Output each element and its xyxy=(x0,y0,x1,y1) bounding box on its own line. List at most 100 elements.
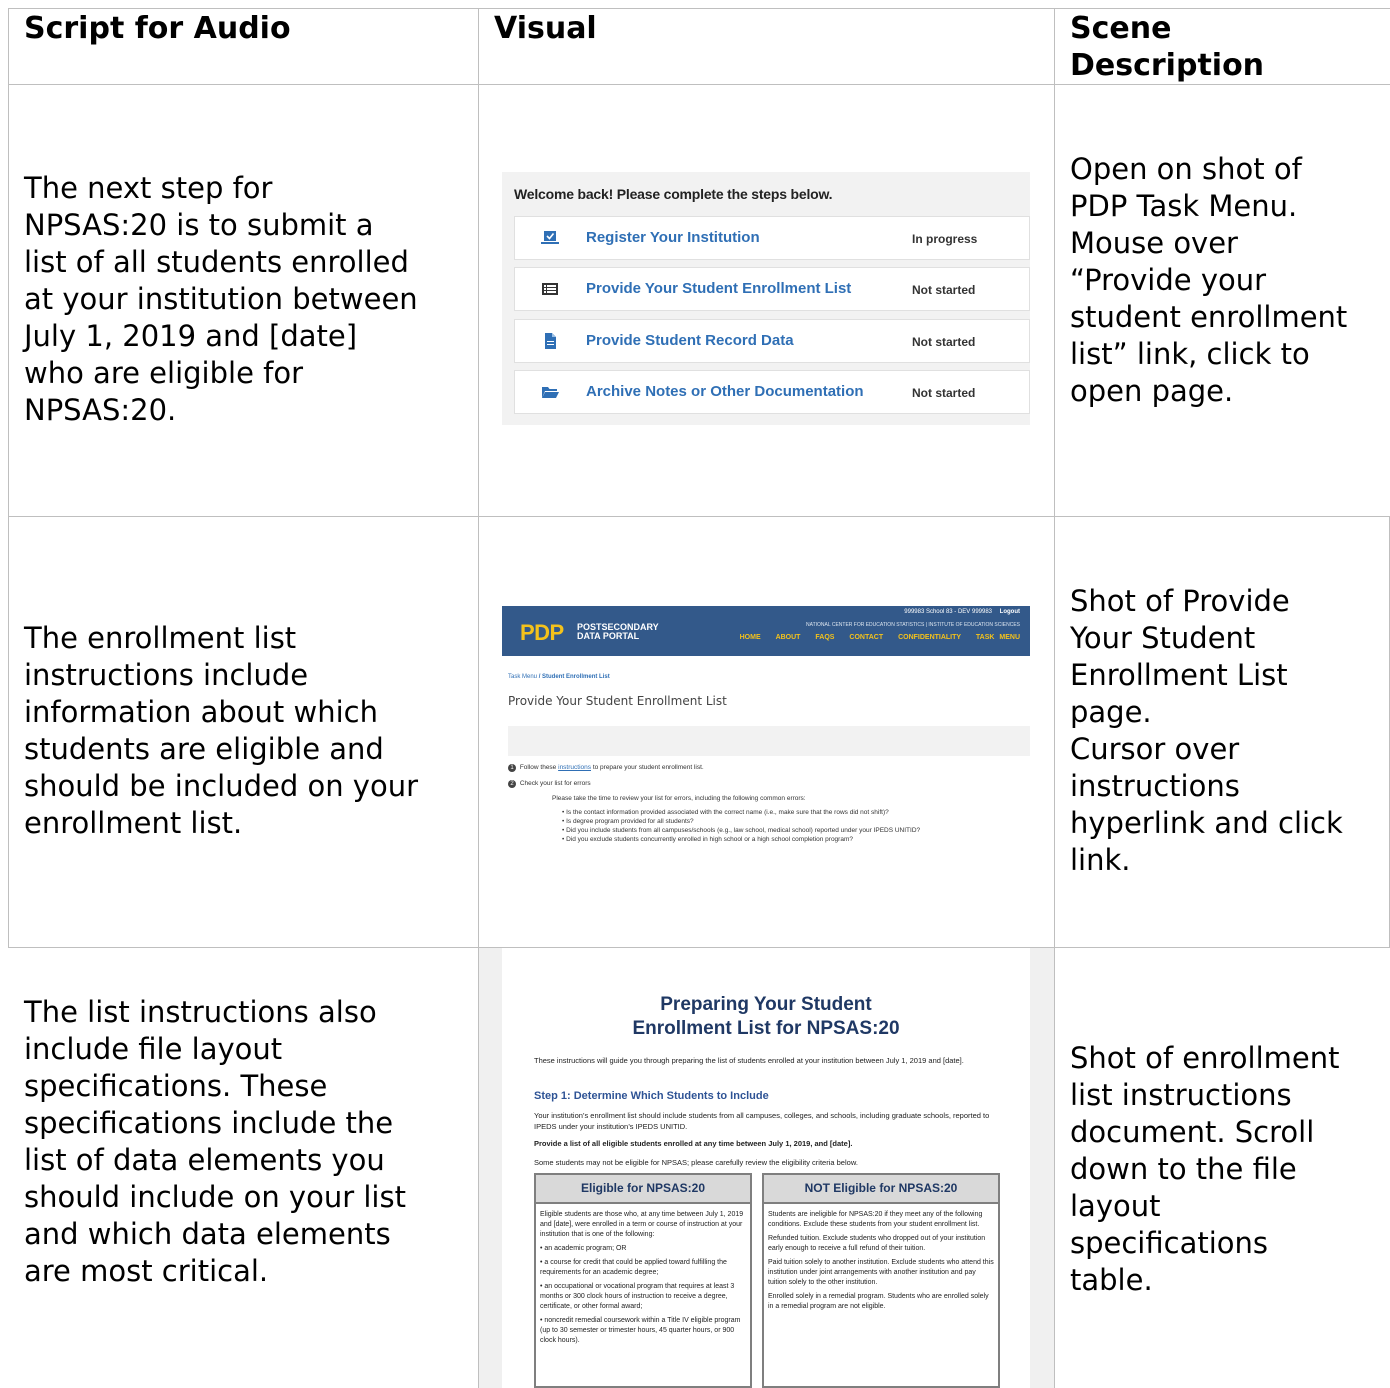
welcome-message: Welcome back! Please complete the steps … xyxy=(514,186,833,202)
pdp-logo-text: POSTSECONDARY DATA PORTAL xyxy=(577,623,659,641)
script-line: The enrollment list xyxy=(24,621,297,655)
eligible-item: • noncredit remedial coursework within a… xyxy=(540,1317,741,1344)
pdp-header-bar: PDP POSTSECONDARY DATA PORTAL 999983 Sch… xyxy=(502,606,1030,656)
scene-line: Enrollment List xyxy=(1070,658,1288,692)
not-eligible-item: Paid tuition solely to another instituti… xyxy=(768,1259,994,1286)
script-line: at your institution between xyxy=(24,282,418,316)
bullet-text: Did you include students from all campus… xyxy=(566,827,921,834)
intro-paragraph: These instructions will guide you throug… xyxy=(534,1056,964,1065)
step2-intro: Please take the time to review your list… xyxy=(552,795,806,802)
header-script-for-audio: Script for Audio xyxy=(24,11,291,46)
script-line: July 1, 2019 and [date] xyxy=(24,319,358,353)
script-line: NPSAS:20 is to submit a xyxy=(24,208,374,242)
script-line: The next step for xyxy=(24,171,273,205)
script-line: who are eligible for xyxy=(24,356,303,390)
step-2: 2 Check your list for errors xyxy=(508,780,591,788)
paragraph-bold: Provide a list of all eligible students … xyxy=(534,1139,853,1148)
scene-line: list” link, click to xyxy=(1070,337,1310,371)
script-line: information about which xyxy=(24,695,378,729)
step-number-icon: 2 xyxy=(508,780,516,788)
breadcrumb: Task Menu / Student Enrollment List xyxy=(508,674,610,680)
scene-line: Open on shot of xyxy=(1070,152,1302,186)
paragraph: Your institution’s enrollment list shoul… xyxy=(534,1111,990,1131)
school-id: 999983 School 83 - DEV 999983 xyxy=(904,609,992,615)
script-line: should be included on your xyxy=(24,769,419,803)
error-bullet: • Did you exclude students concurrently … xyxy=(562,836,853,843)
nav-home[interactable]: HOME xyxy=(740,634,761,641)
logo-line2: DATA PORTAL xyxy=(577,631,640,641)
scene-line: Mouse over xyxy=(1070,226,1238,260)
scene-line: “Provide your xyxy=(1070,263,1267,297)
main-nav: HOME ABOUT FAQS CONTACT CONFIDENTIALITY … xyxy=(730,634,1020,641)
document-icon xyxy=(545,333,556,349)
user-info: 999983 School 83 - DEV 999983 Logout xyxy=(904,609,1020,615)
scene-line: instructions xyxy=(1070,769,1240,803)
scene-line: student enrollment xyxy=(1070,300,1348,334)
row1-script: The next step for NPSAS:20 is to submit … xyxy=(24,170,418,429)
table-border-left xyxy=(8,8,9,948)
not-eligible-item: Enrolled solely in a remedial program. S… xyxy=(768,1293,989,1310)
task-provide-enrollment-list[interactable]: Provide Your Student Enrollment List Not… xyxy=(514,267,1030,311)
script-line: The list instructions also xyxy=(24,995,377,1029)
header-scene-line2: Description xyxy=(1070,48,1265,83)
scene-line: Shot of enrollment xyxy=(1070,1041,1340,1075)
error-bullet: • Is the contact information provided as… xyxy=(562,809,889,816)
laptop-check-icon xyxy=(541,231,559,244)
scene-line: list instructions xyxy=(1070,1078,1292,1112)
task-label[interactable]: Provide Your Student Enrollment List xyxy=(586,280,851,297)
eligible-item: • a course for credit that could be appl… xyxy=(540,1259,727,1276)
scene-line: open page. xyxy=(1070,374,1234,408)
error-bullet: • Is degree program provided for all stu… xyxy=(562,818,694,825)
script-line: include file layout xyxy=(24,1032,283,1066)
header-scene-description: Scene Description xyxy=(1070,10,1264,84)
scene-line: table. xyxy=(1070,1263,1153,1297)
scene-line: layout xyxy=(1070,1189,1161,1223)
task-register-institution[interactable]: Register Your Institution In progress xyxy=(514,216,1030,260)
document-title: Preparing Your Student Enrollment List f… xyxy=(502,993,1030,1041)
instructions-link[interactable]: instructions xyxy=(558,764,591,771)
eligible-item: • an academic program; OR xyxy=(540,1245,627,1252)
script-line: list of all students enrolled xyxy=(24,245,409,279)
task-status: In progress xyxy=(912,232,978,246)
scene-line: specifications xyxy=(1070,1226,1269,1260)
logout-link[interactable]: Logout xyxy=(1000,609,1020,615)
nav-task-menu[interactable]: TASK MENU xyxy=(976,634,1020,641)
step2-text: Check your list for errors xyxy=(519,780,591,787)
scene-line: hyperlink and click xyxy=(1070,806,1343,840)
table-border-row1 xyxy=(8,516,1390,517)
not-eligible-box: NOT Eligible for NPSAS:20 Students are i… xyxy=(762,1173,1000,1388)
task-label[interactable]: Register Your Institution xyxy=(586,229,760,246)
task-status: Not started xyxy=(912,335,976,349)
scene-line: link. xyxy=(1070,843,1131,877)
bullet-text: Is degree program provided for all stude… xyxy=(566,818,694,825)
nav-confidentiality[interactable]: CONFIDENTIALITY xyxy=(898,634,961,641)
nav-faqs[interactable]: FAQS xyxy=(815,634,834,641)
task-label[interactable]: Archive Notes or Other Documentation xyxy=(586,383,864,400)
folder-icon xyxy=(542,387,559,398)
error-bullet: • Did you include students from all camp… xyxy=(562,827,921,834)
scene-line: Your Student xyxy=(1070,621,1256,655)
script-line: instructions include xyxy=(24,658,309,692)
list-icon xyxy=(542,283,558,295)
step1-post: to prepare your student enrollment list. xyxy=(592,764,704,771)
task-provide-student-record-data[interactable]: Provide Student Record Data Not started xyxy=(514,319,1030,363)
enrollment-list-page-screenshot: PDP POSTSECONDARY DATA PORTAL 999983 Sch… xyxy=(502,606,1030,856)
header-visual: Visual xyxy=(494,11,597,46)
task-label[interactable]: Provide Student Record Data xyxy=(586,332,794,349)
breadcrumb-task-menu[interactable]: Task Menu xyxy=(508,674,537,680)
task-archive-notes[interactable]: Archive Notes or Other Documentation Not… xyxy=(514,370,1030,414)
task-menu-screenshot: Welcome back! Please complete the steps … xyxy=(502,172,1030,425)
not-eligible-title: NOT Eligible for NPSAS:20 xyxy=(764,1175,998,1204)
eligible-item: • an occupational or vocational program … xyxy=(540,1283,735,1310)
nav-about[interactable]: ABOUT xyxy=(776,634,801,641)
title-line1: Preparing Your Student xyxy=(660,994,872,1015)
script-line: specifications. These xyxy=(24,1069,328,1103)
script-line: students are eligible and xyxy=(24,732,384,766)
pdp-logo[interactable]: PDP xyxy=(520,620,564,646)
script-line: list of data elements you xyxy=(24,1143,385,1177)
nav-contact[interactable]: CONTACT xyxy=(849,634,883,641)
scene-line: PDP Task Menu. xyxy=(1070,189,1298,223)
scene-line: Cursor over xyxy=(1070,732,1240,766)
title-line2: Enrollment List for NPSAS:20 xyxy=(632,1018,900,1039)
step1-heading: Step 1: Determine Which Students to Incl… xyxy=(534,1090,769,1102)
